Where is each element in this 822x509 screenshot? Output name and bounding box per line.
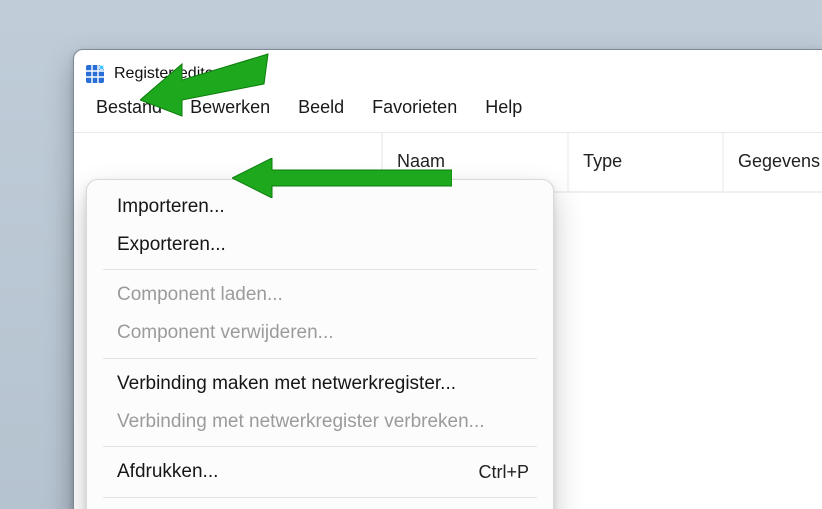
menu-separator xyxy=(103,358,537,359)
registry-editor-window: Register-editor Bestand Bewerken Beeld F… xyxy=(73,49,822,509)
menu-favorites[interactable]: Favorieten xyxy=(358,94,471,126)
window-title: Register-editor xyxy=(114,65,219,83)
desktop-background: Register-editor Bestand Bewerken Beeld F… xyxy=(0,0,822,509)
menuitem-import[interactable]: Importeren... xyxy=(87,188,553,226)
menuitem-exit[interactable]: Afsluiten xyxy=(87,504,553,509)
window-content: Naam Type Gegevens Importeren... Exporte… xyxy=(74,132,822,509)
menuitem-print-accel: Ctrl+P xyxy=(478,461,529,484)
menuitem-unload-hive: Component verwijderen... xyxy=(87,314,553,352)
column-header-data[interactable]: Gegevens xyxy=(724,133,822,191)
menu-help[interactable]: Help xyxy=(471,94,536,126)
menu-separator xyxy=(103,497,537,498)
file-menu-dropdown: Importeren... Exporteren... Component la… xyxy=(86,179,554,509)
menu-separator xyxy=(103,446,537,447)
menuitem-export[interactable]: Exporteren... xyxy=(87,226,553,264)
column-header-type[interactable]: Type xyxy=(569,133,724,191)
menubar: Bestand Bewerken Beeld Favorieten Help xyxy=(74,94,822,132)
menu-view[interactable]: Beeld xyxy=(284,94,358,126)
app-icon xyxy=(86,65,104,83)
titlebar: Register-editor xyxy=(74,50,822,94)
menuitem-disconnect-network: Verbinding met netwerkregister verbreken… xyxy=(87,403,553,441)
menu-separator xyxy=(103,269,537,270)
menuitem-connect-network[interactable]: Verbinding maken met netwerkregister... xyxy=(87,365,553,403)
menu-edit[interactable]: Bewerken xyxy=(176,94,284,126)
menuitem-load-hive: Component laden... xyxy=(87,276,553,314)
menuitem-print[interactable]: Afdrukken... Ctrl+P xyxy=(87,453,553,491)
menu-file[interactable]: Bestand xyxy=(82,94,176,126)
